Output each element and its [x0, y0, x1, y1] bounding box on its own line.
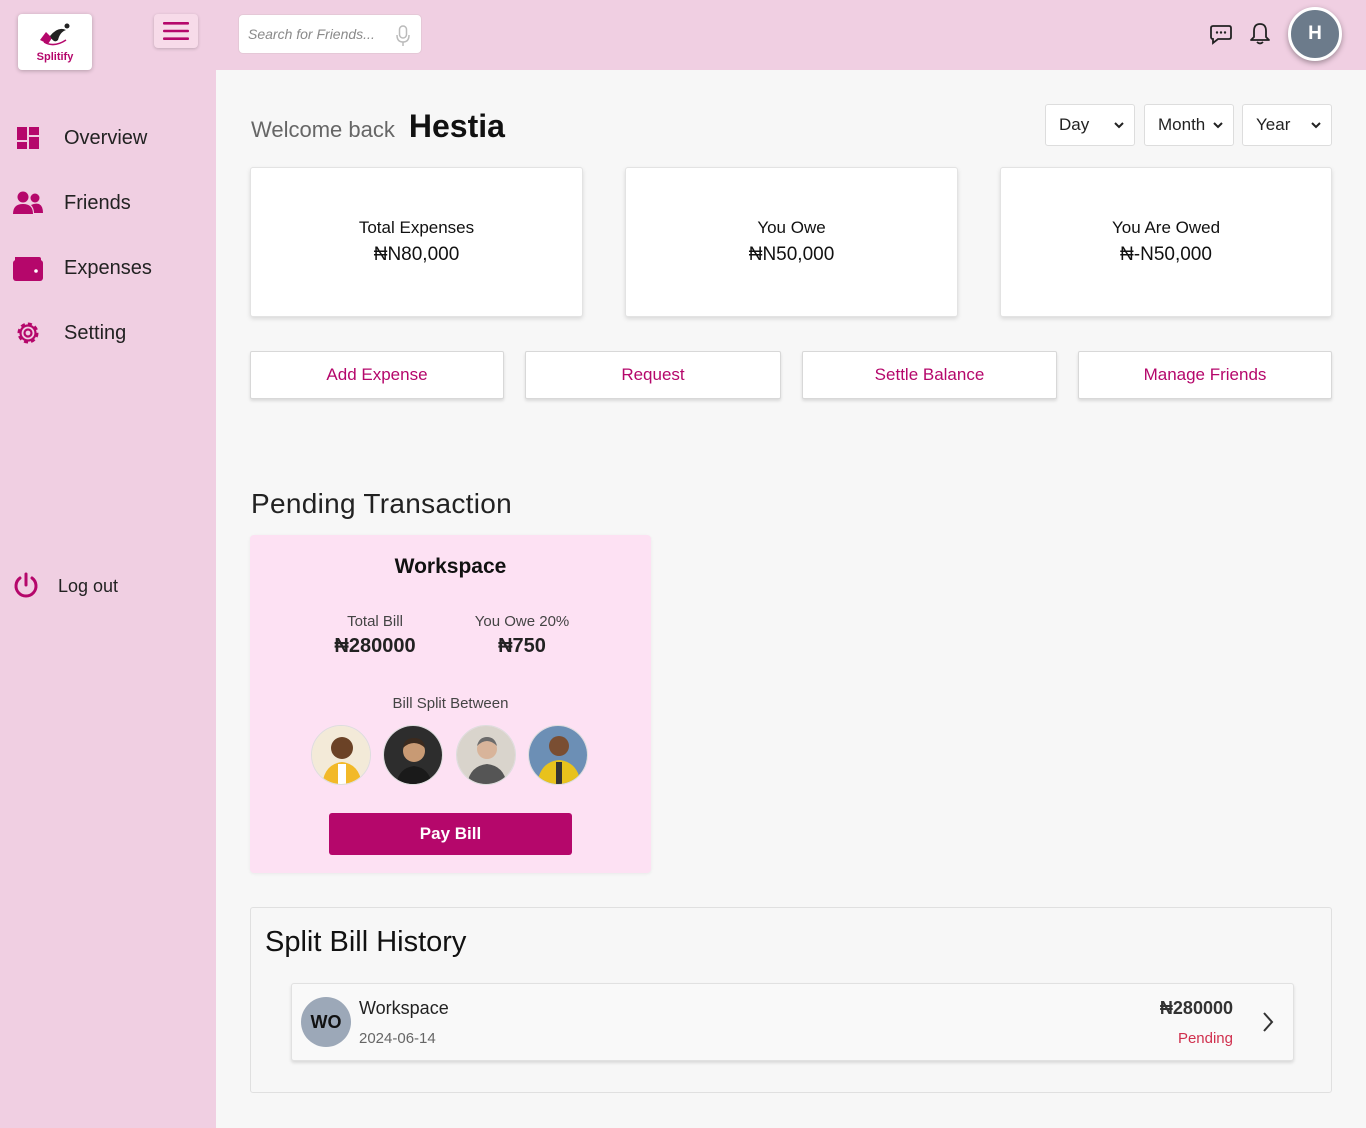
day-select[interactable]: Day: [1045, 104, 1135, 146]
total-expenses-card: Total Expenses ₦N80,000: [250, 167, 583, 317]
sidebar-item-label: Overview: [64, 126, 148, 149]
pending-card-title: Workspace: [394, 555, 507, 578]
chevron-down-icon: [1311, 122, 1321, 129]
you-are-owed-card: You Are Owed ₦-N50,000: [1000, 167, 1332, 317]
dashboard-icon: [12, 122, 44, 154]
power-icon: [14, 572, 38, 598]
settle-balance-button[interactable]: Settle Balance: [802, 351, 1057, 399]
manage-friends-button[interactable]: Manage Friends: [1078, 351, 1332, 399]
topbar: H: [216, 0, 1366, 70]
search-input[interactable]: [248, 26, 388, 42]
hamburger-icon: [163, 22, 189, 40]
you-owe-label: You Owe 20%: [474, 613, 570, 630]
welcome-heading: Welcome back Hestia: [251, 108, 505, 145]
sidebar-item-expenses[interactable]: Expenses: [12, 252, 152, 284]
card-title: You Are Owed: [1111, 218, 1221, 237]
card-value: ₦N50,000: [748, 244, 835, 265]
chat-icon[interactable]: [1209, 22, 1233, 51]
you-owe-block: You Owe 20% ₦750: [472, 613, 572, 658]
logo-icon: [40, 23, 70, 45]
sidebar-item-label: Friends: [64, 191, 131, 214]
avatar[interactable]: [383, 725, 443, 785]
chevron-down-icon: [1114, 122, 1124, 129]
request-button[interactable]: Request: [525, 351, 781, 399]
chevron-right-icon[interactable]: [1261, 1010, 1275, 1034]
chevron-down-icon: [1213, 122, 1223, 129]
history-title: Split Bill History: [265, 926, 467, 958]
history-row-date: 2024-06-14: [359, 1030, 436, 1047]
you-owe-card: You Owe ₦N50,000: [625, 167, 958, 317]
split-bill-history: Split Bill History WO Workspace 2024-06-…: [250, 907, 1332, 1093]
card-value: ₦-N50,000: [1120, 244, 1212, 265]
sidebar-item-friends[interactable]: Friends: [12, 187, 131, 219]
avatar: WO: [301, 997, 351, 1047]
card-title: You Owe: [757, 218, 826, 237]
bill-split-label: Bill Split Between: [392, 695, 509, 712]
gear-icon: [12, 317, 44, 349]
menu-toggle-button[interactable]: [154, 14, 198, 48]
status-badge: Pending: [1177, 1030, 1233, 1047]
logout-label: Log out: [58, 575, 119, 596]
pending-transaction-title: Pending Transaction: [251, 488, 512, 519]
pending-transaction-card: Workspace Total Bill ₦280000 You Owe 20%…: [250, 535, 651, 873]
total-bill-value: ₦280000: [334, 635, 416, 657]
sidebar-item-label: Setting: [64, 321, 127, 344]
search-box: [238, 14, 422, 54]
microphone-icon[interactable]: [395, 25, 411, 52]
avatar[interactable]: [311, 725, 371, 785]
wallet-icon: [12, 252, 44, 284]
users-icon: [12, 187, 44, 219]
you-owe-value: ₦750: [498, 635, 546, 657]
history-row-name: Workspace: [359, 998, 449, 1018]
total-bill-label: Total Bill: [347, 613, 403, 630]
month-select-value: Month: [1158, 115, 1206, 134]
sidebar-item-setting[interactable]: Setting: [12, 317, 126, 349]
welcome-greeting: Welcome back: [251, 117, 395, 142]
sidebar-item-label: Expenses: [64, 256, 152, 279]
card-title: Total Expenses: [358, 218, 475, 237]
bell-icon[interactable]: [1249, 22, 1271, 51]
sidebar: Splitify Overview Friends Expenses Setti…: [0, 0, 216, 1128]
year-select[interactable]: Year: [1242, 104, 1332, 146]
logo-text: Splitify: [36, 50, 74, 63]
avatar[interactable]: [528, 725, 588, 785]
year-select-value: Year: [1256, 115, 1291, 134]
welcome-user-name: Hestia: [408, 108, 505, 144]
pay-bill-button[interactable]: Pay Bill: [329, 813, 572, 855]
history-row-amount: ₦280000: [1159, 998, 1233, 1018]
avatar[interactable]: [456, 725, 516, 785]
logout-button[interactable]: Log out: [12, 571, 118, 601]
add-expense-button[interactable]: Add Expense: [250, 351, 504, 399]
month-select[interactable]: Month: [1144, 104, 1234, 146]
card-value: ₦N80,000: [373, 244, 460, 265]
history-row[interactable]: WO Workspace 2024-06-14 ₦280000 Pending: [291, 983, 1294, 1061]
total-bill-block: Total Bill ₦280000: [330, 613, 420, 658]
logo[interactable]: Splitify: [18, 14, 92, 70]
day-select-value: Day: [1059, 115, 1090, 134]
sidebar-item-overview[interactable]: Overview: [12, 122, 147, 154]
user-avatar[interactable]: H: [1288, 7, 1342, 61]
